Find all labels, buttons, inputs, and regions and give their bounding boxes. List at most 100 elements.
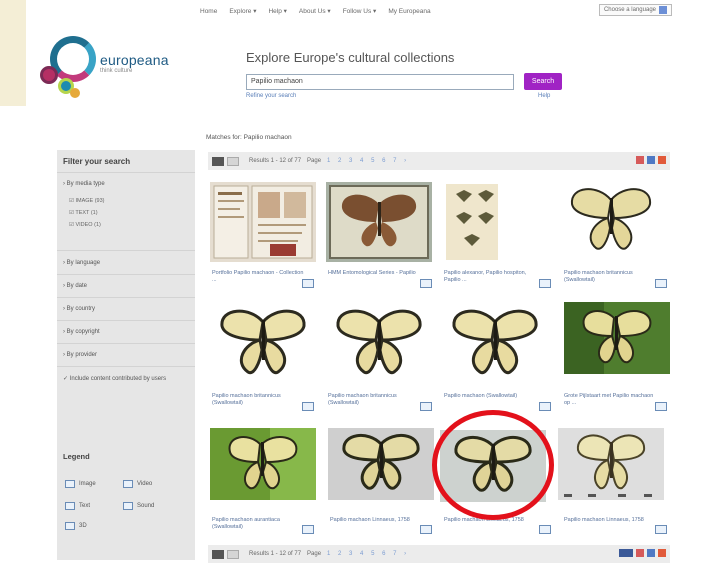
legend-video: Video xyxy=(123,480,152,488)
facet-option-image[interactable]: ☑ IMAGE (93) xyxy=(69,198,105,204)
pagination[interactable]: 1 2 3 4 5 6 7 › xyxy=(327,158,409,164)
list-view-icon[interactable] xyxy=(227,549,239,559)
result-caption[interactable]: Portfolio Papilio machaon - Collection .… xyxy=(212,270,306,284)
result-thumbnail[interactable] xyxy=(326,302,432,382)
top-navigation: Home Explore ▾ Help ▾ About Us ▾ Follow … xyxy=(200,4,672,18)
nav-home[interactable]: Home xyxy=(200,8,217,15)
legend-sound: Sound xyxy=(123,502,154,510)
grid-view-icon[interactable] xyxy=(212,156,224,166)
search-button[interactable]: Search xyxy=(524,73,562,90)
result-thumbnail[interactable] xyxy=(442,182,548,262)
result-caption[interactable]: Papilio machaon aurantiaca (Swallowtail) xyxy=(212,517,306,531)
refine-search-link[interactable]: Refine your search xyxy=(246,93,296,99)
facet-option-text[interactable]: ☑ TEXT (1) xyxy=(69,210,98,216)
page-label: Page xyxy=(307,158,322,164)
facet-label: By copyright xyxy=(66,329,100,335)
facet-option-label: IMAGE (93) xyxy=(75,198,105,204)
result-thumbnail[interactable] xyxy=(210,302,316,382)
swallowtail-butterfly-image xyxy=(558,182,664,262)
europeana-logo[interactable]: europeana think culture xyxy=(40,32,190,102)
list-view-icon[interactable] xyxy=(227,156,239,166)
result-thumbnail[interactable] xyxy=(442,302,548,382)
legend-3d: 3D xyxy=(65,522,87,530)
nav-follow-us[interactable]: Follow Us ▾ xyxy=(343,7,377,15)
results-count: Results 1 - 12 of 77 xyxy=(249,551,302,557)
result-thumbnail[interactable] xyxy=(328,428,434,508)
result-caption[interactable]: Papilio alexanor, Papilio hospiton, Papi… xyxy=(444,270,538,284)
result-caption[interactable]: Papilio machaon (Swallowtail) xyxy=(444,393,538,400)
bookmark-icon[interactable] xyxy=(658,549,666,557)
result-thumbnail[interactable] xyxy=(210,182,316,262)
facet-media-type[interactable]: › By media type xyxy=(63,181,105,187)
image-icon xyxy=(65,480,75,488)
grid-view-icon[interactable] xyxy=(212,549,224,559)
facet-date[interactable]: › By date xyxy=(63,283,87,289)
facet-label: By language xyxy=(66,260,101,266)
divider xyxy=(57,297,195,298)
legend-label: Text xyxy=(79,503,91,509)
legend-title: Legend xyxy=(63,452,90,461)
pagination[interactable]: 1 2 3 4 5 6 7 › xyxy=(327,551,409,557)
result-thumbnail[interactable] xyxy=(210,428,316,508)
result-thumbnail[interactable] xyxy=(440,430,546,510)
3d-icon xyxy=(65,522,75,530)
filter-title: Filter your search xyxy=(63,157,131,166)
bookmark-icon[interactable] xyxy=(658,156,666,164)
result-caption[interactable]: Papilio machaon britannicus (Swallowtail… xyxy=(212,393,306,407)
facet-provider[interactable]: › By provider xyxy=(63,352,97,358)
results-toolbar-bottom: Results 1 - 12 of 77 Page 1 2 3 4 5 6 7 … xyxy=(208,545,670,563)
divider xyxy=(57,343,195,344)
legend-label: Sound xyxy=(137,503,155,509)
rss-icon[interactable] xyxy=(636,156,644,164)
legend-label: Video xyxy=(137,481,153,487)
result-caption[interactable]: Papilio machaon britannicus (Swallowtail… xyxy=(564,270,658,284)
sound-icon xyxy=(123,502,133,510)
divider xyxy=(57,274,195,275)
nav-explore[interactable]: Explore ▾ xyxy=(229,7,256,15)
rss-icon[interactable] xyxy=(636,549,644,557)
document-scan-image xyxy=(210,182,316,262)
facet-copyright[interactable]: › By copyright xyxy=(63,329,100,335)
result-thumbnail[interactable] xyxy=(564,302,670,382)
image-icon xyxy=(539,525,551,534)
nav-about-us[interactable]: About Us ▾ xyxy=(299,7,331,15)
language-select-label: Choose a language xyxy=(603,7,656,13)
share-icon[interactable] xyxy=(647,156,655,164)
logo-wordmark: europeana xyxy=(100,52,169,68)
share-icon[interactable] xyxy=(647,549,655,557)
text-icon xyxy=(65,502,75,510)
result-caption[interactable]: Papilio machaon britannicus (Swallowtail… xyxy=(328,393,422,407)
result-thumbnail[interactable] xyxy=(558,182,664,262)
result-caption[interactable]: HMM Entomological Series - Papilio xyxy=(328,270,422,277)
result-caption[interactable]: Grote Pijlstaart met Papilio machaon op … xyxy=(564,393,658,407)
facet-option-video[interactable]: ☑ VIDEO (1) xyxy=(69,222,101,228)
help-link[interactable]: Help xyxy=(538,93,550,99)
result-caption[interactable]: Papilio machaon Linnaeus, 1758 xyxy=(330,517,424,524)
swallowtail-on-leaves-photo xyxy=(564,302,670,374)
image-icon xyxy=(420,525,432,534)
swallowtail-specimen-image xyxy=(440,430,546,502)
result-caption[interactable]: Papilio machaon Linnaeus, 1758 xyxy=(444,517,538,524)
logo-dot-icon xyxy=(70,88,80,98)
image-icon xyxy=(302,279,314,288)
image-icon xyxy=(420,402,432,411)
divider xyxy=(57,250,195,251)
facet-country[interactable]: › By country xyxy=(63,306,95,312)
search-input[interactable]: Papilio machaon xyxy=(246,74,514,90)
result-thumbnail[interactable] xyxy=(558,428,664,508)
legend-label: 3D xyxy=(79,523,87,529)
language-select[interactable]: Choose a language xyxy=(598,4,672,16)
legend-label: Image xyxy=(79,481,96,487)
result-thumbnail[interactable] xyxy=(326,182,432,262)
image-icon xyxy=(539,402,551,411)
image-icon xyxy=(539,279,551,288)
facebook-icon[interactable] xyxy=(619,549,633,557)
results-toolbar-top: Results 1 - 12 of 77 Page 1 2 3 4 5 6 7 … xyxy=(208,152,670,170)
nav-help[interactable]: Help ▾ xyxy=(268,7,286,15)
result-caption[interactable]: Papilio machaon Linnaeus, 1758 xyxy=(564,517,658,524)
include-user-content-checkbox[interactable]: ✓ Include content contributed by users xyxy=(63,375,189,383)
facet-language[interactable]: › By language xyxy=(63,260,100,266)
butterfly-plate-illustration-image xyxy=(442,182,548,262)
nav-my-europeana[interactable]: My Europeana xyxy=(388,8,430,15)
swallowtail-specimen-image xyxy=(558,428,664,500)
